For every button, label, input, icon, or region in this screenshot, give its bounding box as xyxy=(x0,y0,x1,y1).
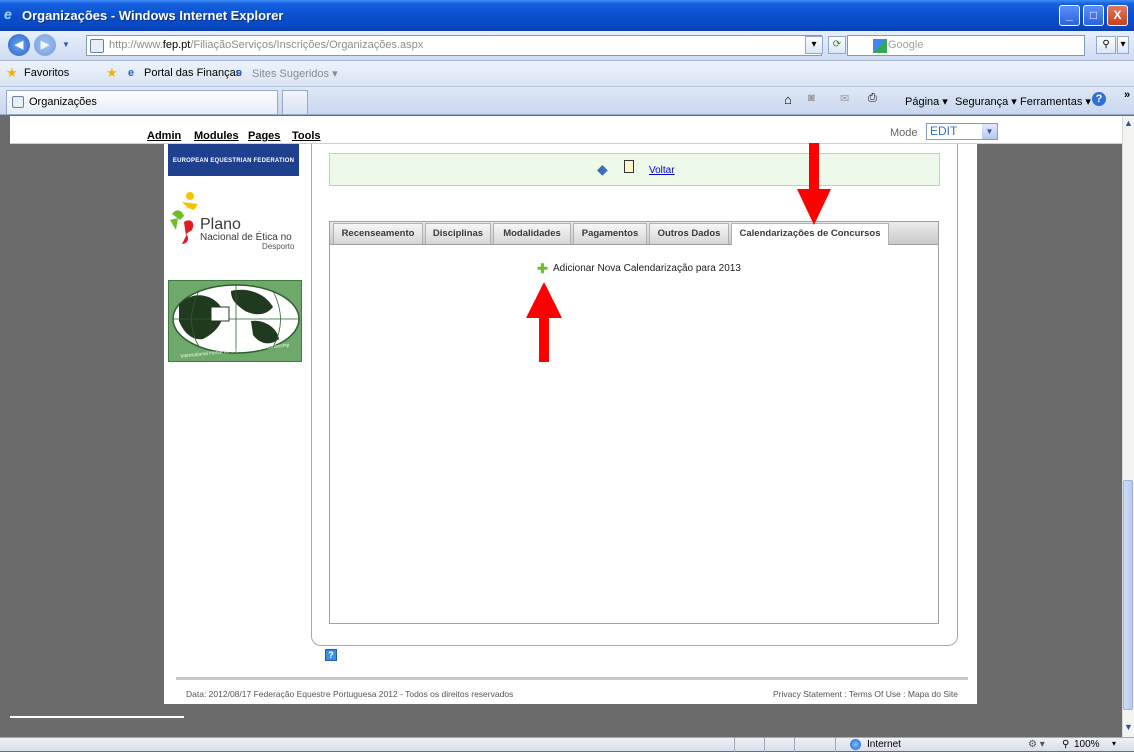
scroll-down-icon[interactable]: ▼ xyxy=(1124,722,1133,732)
protected-mode-icon[interactable]: ⚙ ▾ xyxy=(1028,739,1045,750)
add-favorite-icon[interactable]: ★ xyxy=(106,65,118,81)
footer-copyright: Data: 2012/08/17 Federação Equestre Port… xyxy=(186,689,514,699)
forward-icon[interactable]: ▶ xyxy=(34,34,56,56)
admin-link[interactable]: Admin xyxy=(147,130,181,142)
home-icon[interactable]: ⌂ xyxy=(784,92,792,107)
tools-menu[interactable]: Ferramentas ▾ xyxy=(1020,95,1091,108)
back-icon[interactable]: ◀ xyxy=(8,34,30,56)
admin-bar: Admin Modules Pages Tools Mode EDIT ▼ xyxy=(10,116,1122,144)
ie-logo-icon: e xyxy=(4,6,12,22)
efe-logo[interactable]: EUROPEAN EQUESTRIAN FEDERATION xyxy=(168,144,299,176)
tab-recenseamento[interactable]: Recenseamento xyxy=(333,223,423,244)
print-icon[interactable]: ⎙ xyxy=(868,92,877,105)
address-toolbar: ◀ ▶ ▼ http://www.fep.pt/FiliaçãoServiços… xyxy=(0,31,1134,61)
address-input[interactable]: http://www.fep.pt/FiliaçãoServiços/Inscr… xyxy=(86,35,822,56)
horizontal-scroll-hint xyxy=(10,716,184,718)
status-divider xyxy=(794,738,795,752)
mail-icon[interactable]: ✉ xyxy=(840,92,849,105)
zoom-dropdown-icon[interactable]: ▾ xyxy=(1112,739,1116,748)
tools-link[interactable]: Tools xyxy=(292,130,321,142)
footer: Data: 2012/08/17 Federação Equestre Port… xyxy=(176,677,968,701)
address-dropdown-icon[interactable]: ▾ xyxy=(805,36,823,54)
favorite-link-financas[interactable]: Portal das Finanças xyxy=(144,67,241,79)
add-calendarizacao-link[interactable]: Adicionar Nova Calendarização para 2013 xyxy=(553,263,741,274)
help-icon[interactable]: ? xyxy=(325,649,337,661)
search-options-icon[interactable]: ▾ xyxy=(1117,36,1129,54)
status-divider xyxy=(764,738,765,752)
plano-logo-icon[interactable] xyxy=(168,190,200,246)
tab-disciplinas[interactable]: Disciplinas xyxy=(425,223,491,244)
favorites-bar: ★ Favoritos ★ e Portal das Finanças e Si… xyxy=(0,61,1134,87)
modules-link[interactable]: Modules xyxy=(194,130,239,142)
mode-value: EDIT xyxy=(930,124,958,138)
chevron-down-icon[interactable]: ▼ xyxy=(982,124,997,139)
new-tab-button[interactable] xyxy=(282,90,308,114)
tab-content xyxy=(329,245,939,624)
maximize-button[interactable]: □ xyxy=(1083,5,1104,26)
search-icon[interactable]: ⚲ xyxy=(1096,36,1116,54)
status-divider xyxy=(734,738,735,752)
refresh-icon[interactable]: ⟳ xyxy=(828,36,846,54)
tab-organizacoes[interactable]: Organizações xyxy=(6,90,278,114)
ie-page-icon: e xyxy=(236,67,243,79)
exit-door-icon[interactable] xyxy=(624,160,634,173)
voltar-link[interactable]: Voltar xyxy=(649,165,675,176)
minimize-button[interactable]: _ xyxy=(1059,5,1080,26)
add-plus-icon[interactable]: ✚ xyxy=(537,261,548,277)
security-menu[interactable]: Segurança ▾ xyxy=(955,95,1017,108)
red-arrow-down-icon xyxy=(797,143,831,225)
toolbar-box xyxy=(329,153,940,186)
google-logo-icon xyxy=(873,39,887,53)
mode-select[interactable]: EDIT ▼ xyxy=(926,123,998,140)
security-zone[interactable]: Internet xyxy=(867,739,901,750)
tab-outros-dados[interactable]: Outros Dados xyxy=(649,223,729,244)
internet-globe-icon xyxy=(850,739,861,750)
help-icon[interactable]: ? xyxy=(1092,92,1106,106)
tab-row: Organizações ⌂ ◙ ✉ ⎙ Página ▾ Segurança … xyxy=(0,87,1134,115)
footer-links[interactable]: Privacy Statement : Terms Of Use : Mapa … xyxy=(773,689,958,699)
close-button[interactable]: X xyxy=(1107,5,1128,26)
more-commands-icon[interactable]: » xyxy=(1124,89,1130,101)
zoom-level[interactable]: 100% xyxy=(1074,739,1100,750)
tab-label: Organizações xyxy=(29,96,97,108)
window-title: Organizações - Windows Internet Explorer xyxy=(22,8,284,23)
edit-diamond-icon[interactable]: ◆ xyxy=(597,161,608,178)
status-divider xyxy=(835,738,836,752)
red-arrow-up-icon xyxy=(526,282,562,362)
window-title-bar[interactable]: e Organizações - Windows Internet Explor… xyxy=(0,0,1134,31)
scrollbar-thumb[interactable] xyxy=(1123,480,1133,710)
tab-pagamentos[interactable]: Pagamentos xyxy=(573,223,647,244)
pages-link[interactable]: Pages xyxy=(248,130,280,142)
recent-pages-chevron-icon[interactable]: ▼ xyxy=(62,40,70,49)
tab-modalidades[interactable]: Modalidades xyxy=(493,223,571,244)
scroll-up-icon[interactable]: ▲ xyxy=(1124,118,1133,128)
ie-page-icon: e xyxy=(128,67,135,79)
status-bar: Internet ⚙ ▾ ⚲ 100% ▾ xyxy=(0,737,1134,752)
favorites-star-icon: ★ xyxy=(6,65,18,80)
plano-subtitle-2: Desporto xyxy=(262,242,295,251)
favorites-button[interactable]: Favoritos xyxy=(24,67,69,79)
favorite-link-sugeridos[interactable]: Sites Sugeridos ▾ xyxy=(252,67,338,80)
page-menu[interactable]: Página ▾ xyxy=(905,95,948,108)
zoom-icon[interactable]: ⚲ xyxy=(1062,739,1069,750)
page-icon xyxy=(12,96,24,108)
feeds-icon[interactable]: ◙ xyxy=(808,92,815,104)
page-icon xyxy=(90,39,104,53)
mode-label: Mode xyxy=(890,127,918,139)
